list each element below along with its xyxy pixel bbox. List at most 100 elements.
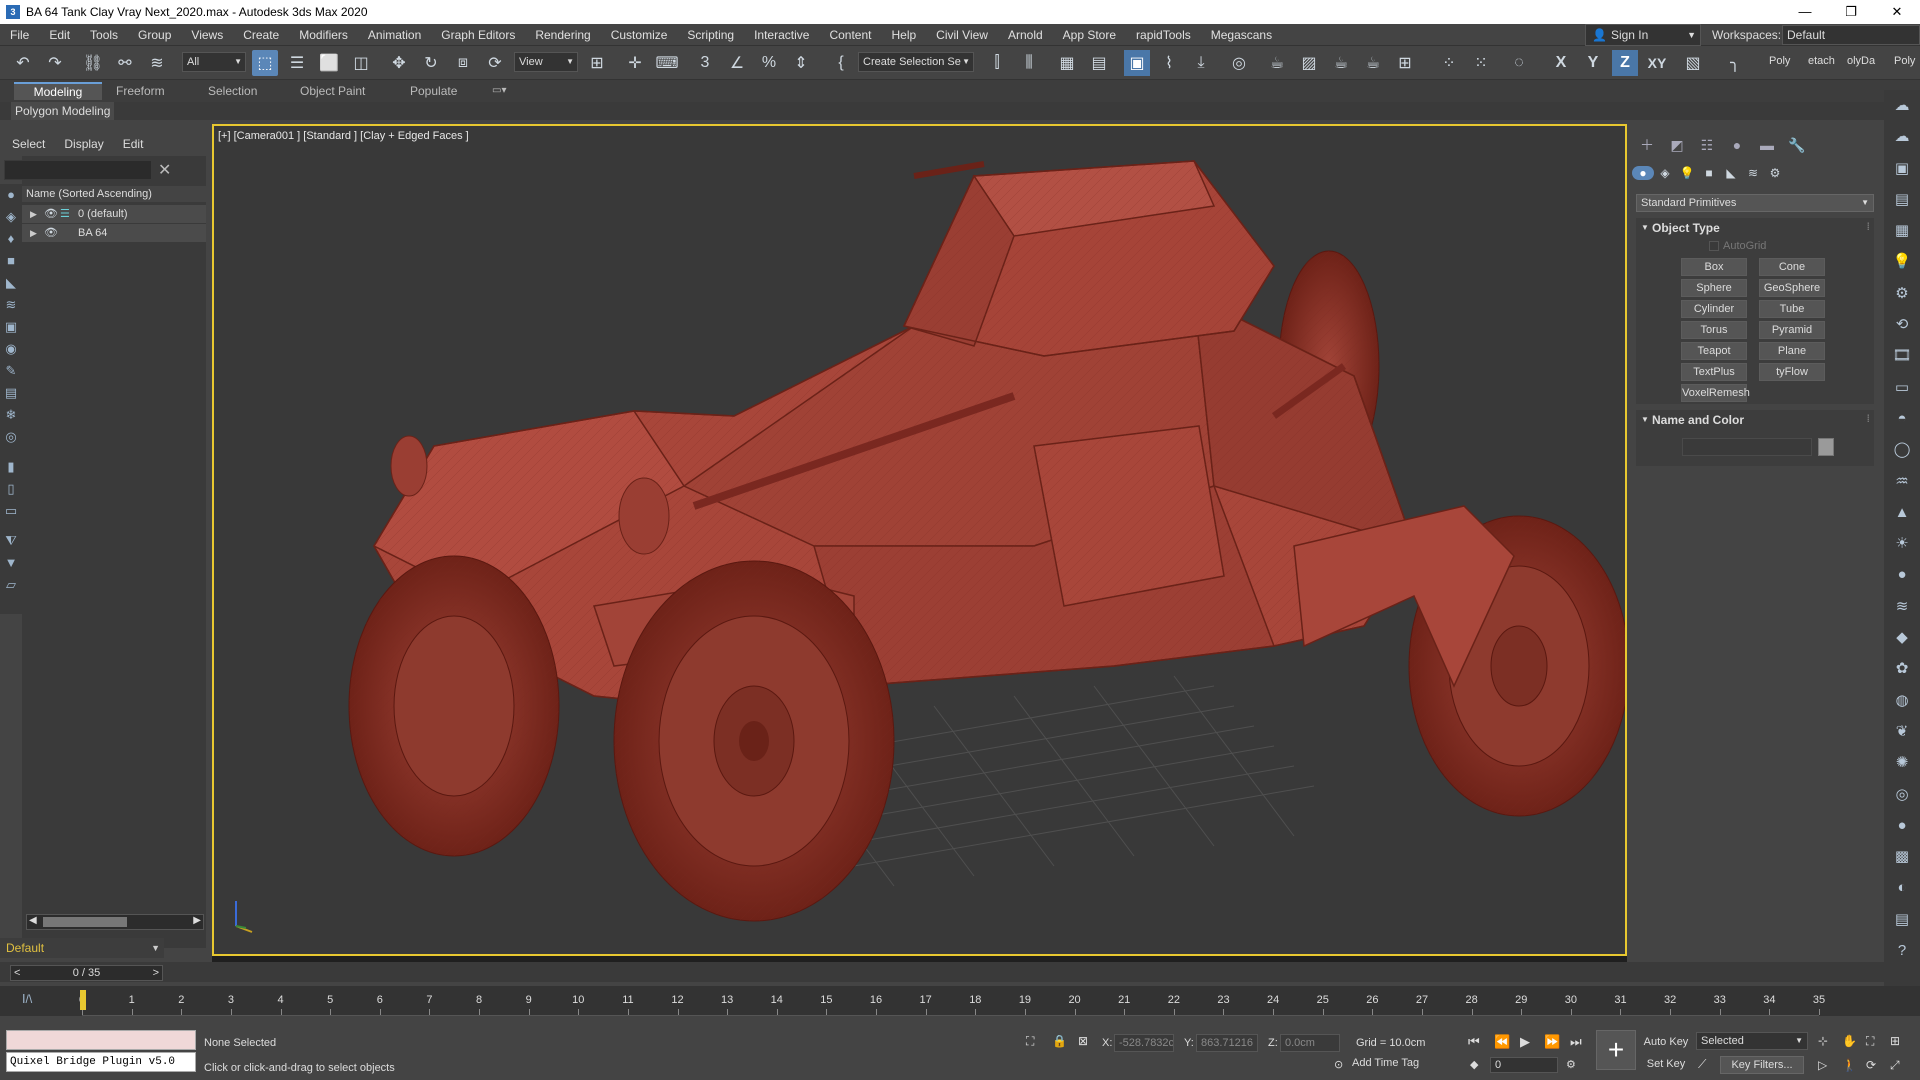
move-icon[interactable]: ✥ bbox=[386, 50, 412, 76]
orbit-icon[interactable]: ⟳ bbox=[1866, 1058, 1876, 1072]
ribbon-options-icon[interactable]: ▭▾ bbox=[484, 82, 514, 100]
fov-icon[interactable]: ▷ bbox=[1818, 1058, 1827, 1072]
set-keys-button[interactable]: + bbox=[1596, 1030, 1636, 1070]
voxelremesh-button[interactable]: VoxelRemesh bbox=[1681, 384, 1750, 402]
plant-icon[interactable]: ❦ bbox=[1884, 716, 1920, 747]
object-type-header[interactable]: ▼ Object Type ⁞ bbox=[1636, 218, 1874, 238]
scale-icon[interactable]: ⧈ bbox=[450, 50, 476, 76]
sphere-button[interactable]: Sphere bbox=[1681, 279, 1747, 297]
toggle-scene-explorer-icon[interactable]: ▦ bbox=[1054, 50, 1080, 76]
quixel-plugin-label[interactable]: Quixel Bridge Plugin v5.0 bbox=[6, 1052, 196, 1072]
menu-rapidtools[interactable]: rapidTools bbox=[1126, 28, 1201, 42]
next-frame-icon[interactable]: ⏩ bbox=[1544, 1034, 1560, 1050]
y-coordinate-field[interactable]: 863.71216 bbox=[1196, 1034, 1258, 1052]
previous-frame-icon[interactable]: ⏪ bbox=[1494, 1034, 1510, 1050]
menu-help[interactable]: Help bbox=[881, 28, 926, 42]
keyboard-shortcut-icon[interactable]: ⌨ bbox=[654, 50, 680, 76]
render-iterative-icon[interactable]: ☕ bbox=[1360, 50, 1386, 76]
percent-snap-icon[interactable]: % bbox=[756, 50, 782, 76]
unlink-icon[interactable]: ⚯ bbox=[112, 50, 138, 76]
selection-filter-dropdown[interactable]: All ▼ bbox=[182, 52, 246, 72]
play-icon[interactable]: ▶ bbox=[1520, 1034, 1530, 1050]
axis-z-button[interactable]: Z bbox=[1612, 50, 1638, 76]
utilities-tab-icon[interactable]: 🔧 bbox=[1782, 137, 1812, 154]
material-editor-icon[interactable]: ◎ bbox=[1226, 50, 1252, 76]
material-ball-icon[interactable]: ● bbox=[1884, 559, 1920, 590]
explorer-column-header[interactable]: Name (Sorted Ascending) bbox=[22, 186, 206, 202]
pivot-center-icon[interactable]: ⊞ bbox=[584, 50, 610, 76]
geometry-filter-icon[interactable]: ● bbox=[0, 184, 22, 206]
axis-xy-button[interactable]: XY bbox=[1644, 50, 1670, 76]
time-config-icon[interactable]: ⚙ bbox=[1566, 1058, 1576, 1071]
mirror-icon[interactable]: ⫿ bbox=[984, 50, 1010, 76]
teapot-button[interactable]: Teapot bbox=[1681, 342, 1747, 360]
light-bulb-icon[interactable]: 💡 bbox=[1884, 246, 1920, 277]
explorer-menu-display[interactable]: Display bbox=[52, 137, 110, 151]
auto-key-button[interactable]: Auto Key bbox=[1642, 1034, 1690, 1050]
proxy-icon[interactable]: ◆ bbox=[1884, 622, 1920, 653]
track-bar-options-icon[interactable]: Ⅰ/\ bbox=[22, 992, 32, 1006]
sphere-light-icon[interactable]: ◯ bbox=[1884, 434, 1920, 465]
sun-icon[interactable]: ☀ bbox=[1884, 528, 1920, 559]
primitives-dropdown[interactable]: Standard Primitives ▼ bbox=[1636, 194, 1874, 212]
menu-content[interactable]: Content bbox=[819, 28, 881, 42]
render-in-cloud-icon[interactable]: ⊞ bbox=[1392, 50, 1418, 76]
ribbon-toggle-icon[interactable]: ▣ bbox=[1124, 50, 1150, 76]
camera-viewport[interactable]: [+] [Camera001 ] [Standard ] [Clay + Edg… bbox=[212, 124, 1627, 956]
bones-filter-icon[interactable]: ✎ bbox=[0, 360, 22, 382]
isolate-icon[interactable]: ⛶ bbox=[1026, 1034, 1034, 1049]
checkbox-box[interactable] bbox=[1709, 241, 1719, 252]
menu-scripting[interactable]: Scripting bbox=[677, 28, 744, 42]
polydata-button[interactable]: olyDa bbox=[1847, 55, 1875, 67]
bend-icon[interactable]: ╮ bbox=[1722, 50, 1748, 76]
tree-row-default-layer[interactable]: ▶ 👁 ☰ 0 (default) bbox=[22, 205, 206, 223]
globe-icon[interactable]: ◍ bbox=[1884, 685, 1920, 716]
key-selection-dropdown[interactable]: Selected ▼ bbox=[1696, 1032, 1808, 1050]
set-key-button[interactable]: Set Key bbox=[1642, 1056, 1690, 1072]
menu-rendering[interactable]: Rendering bbox=[525, 28, 600, 42]
spacewarps-filter-icon[interactable]: ≋ bbox=[0, 294, 22, 316]
cloud-outline-icon[interactable]: ☁ bbox=[1884, 121, 1920, 152]
spinner-snap-icon[interactable]: ⇕ bbox=[788, 50, 814, 76]
expand-arrow-icon[interactable]: ▶ bbox=[30, 205, 37, 223]
groups-filter-icon[interactable]: ▣ bbox=[0, 316, 22, 338]
menu-graph-editors[interactable]: Graph Editors bbox=[431, 28, 525, 42]
close-icon[interactable]: ✕ bbox=[158, 160, 171, 180]
spacewarps-icon[interactable]: ≋ bbox=[1742, 166, 1764, 180]
align-grid-icon[interactable]: ⁙ bbox=[1468, 50, 1494, 76]
geometry-icon[interactable]: ● bbox=[1632, 166, 1654, 180]
plane-button[interactable]: Plane bbox=[1759, 342, 1825, 360]
menu-file[interactable]: File bbox=[0, 28, 39, 42]
grid-panel-icon[interactable]: ▦ bbox=[1884, 215, 1920, 246]
zoom-icon[interactable]: ⊹ bbox=[1818, 1034, 1828, 1048]
menu-megascans[interactable]: Megascans bbox=[1201, 28, 1282, 42]
helpers-filter-icon[interactable]: ◣ bbox=[0, 272, 22, 294]
cameras-icon[interactable]: ■ bbox=[1698, 166, 1720, 180]
display-all-icon[interactable]: ▮ bbox=[0, 456, 22, 478]
torus-button[interactable]: Torus bbox=[1681, 321, 1747, 339]
fur-icon[interactable]: ♒ bbox=[1884, 466, 1920, 497]
material-editor-icon[interactable]: ▩ bbox=[1884, 841, 1920, 872]
explorer-hscroll[interactable]: ◀ ▶ bbox=[26, 914, 204, 930]
object-color-swatch[interactable] bbox=[1818, 438, 1834, 456]
sphere-fade-icon[interactable]: ✿ bbox=[1884, 653, 1920, 684]
key-filters-button[interactable]: Key Filters... bbox=[1720, 1056, 1804, 1074]
maximize-button[interactable]: ❐ bbox=[1828, 0, 1874, 24]
redo-icon[interactable]: ↷ bbox=[42, 50, 68, 76]
menu-views[interactable]: Views bbox=[181, 28, 233, 42]
vfb-icon[interactable]: ◐ bbox=[1884, 872, 1920, 903]
image-icon[interactable]: ▣ bbox=[1884, 153, 1920, 184]
eye-icon[interactable]: 👁 bbox=[44, 205, 58, 223]
box-button[interactable]: Box bbox=[1681, 258, 1747, 276]
menu-create[interactable]: Create bbox=[233, 28, 289, 42]
explorer-menu-edit[interactable]: Edit bbox=[111, 137, 151, 151]
named-selection-dropdown[interactable]: Create Selection Se ▼ bbox=[858, 52, 974, 72]
layer-explorer-icon[interactable]: ▤ bbox=[1086, 50, 1112, 76]
hierarchy-tab-icon[interactable]: ☷ bbox=[1692, 137, 1722, 154]
cone-light-icon[interactable]: ▲ bbox=[1884, 497, 1920, 528]
polygon-modeling-label[interactable]: Polygon Modeling bbox=[11, 102, 115, 120]
shell-icon[interactable]: ◎ bbox=[1884, 779, 1920, 810]
tab-freeform[interactable]: Freeform bbox=[108, 82, 173, 100]
cylinder-button[interactable]: Cylinder bbox=[1681, 300, 1747, 318]
prev-frame-icon[interactable]: < bbox=[14, 966, 20, 980]
